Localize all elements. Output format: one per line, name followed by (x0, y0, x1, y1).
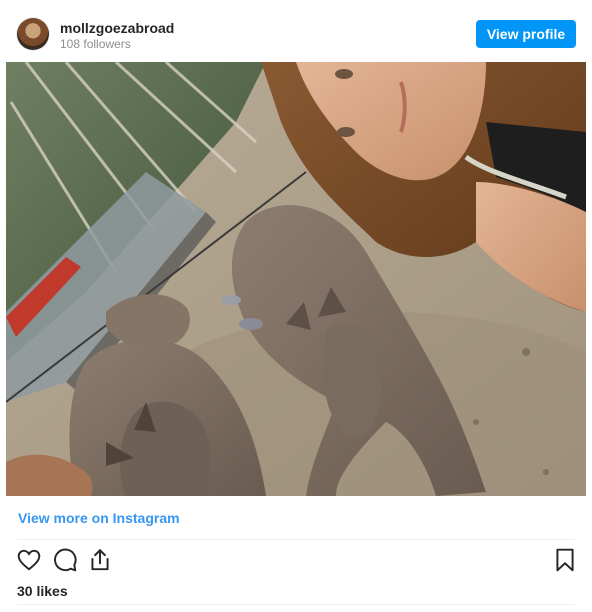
divider-bottom (17, 604, 575, 605)
share-icon[interactable] (86, 546, 114, 574)
instagram-embed: mollzgoezabroad 108 followers View profi… (0, 0, 592, 612)
view-more-link[interactable]: View more on Instagram (18, 510, 180, 526)
like-count: 30 likes (17, 583, 68, 599)
photo-illustration (6, 62, 586, 496)
view-profile-button[interactable]: View profile (476, 20, 576, 48)
username[interactable]: mollzgoezabroad (60, 20, 174, 36)
post-header: mollzgoezabroad 108 followers View profi… (0, 0, 592, 62)
heart-icon[interactable] (15, 546, 43, 574)
post-photo[interactable] (6, 62, 586, 496)
follower-count: 108 followers (60, 37, 131, 51)
comment-icon[interactable] (51, 546, 79, 574)
divider (17, 539, 575, 540)
avatar[interactable] (17, 18, 49, 50)
bookmark-icon[interactable] (551, 546, 579, 574)
action-bar (0, 546, 592, 578)
